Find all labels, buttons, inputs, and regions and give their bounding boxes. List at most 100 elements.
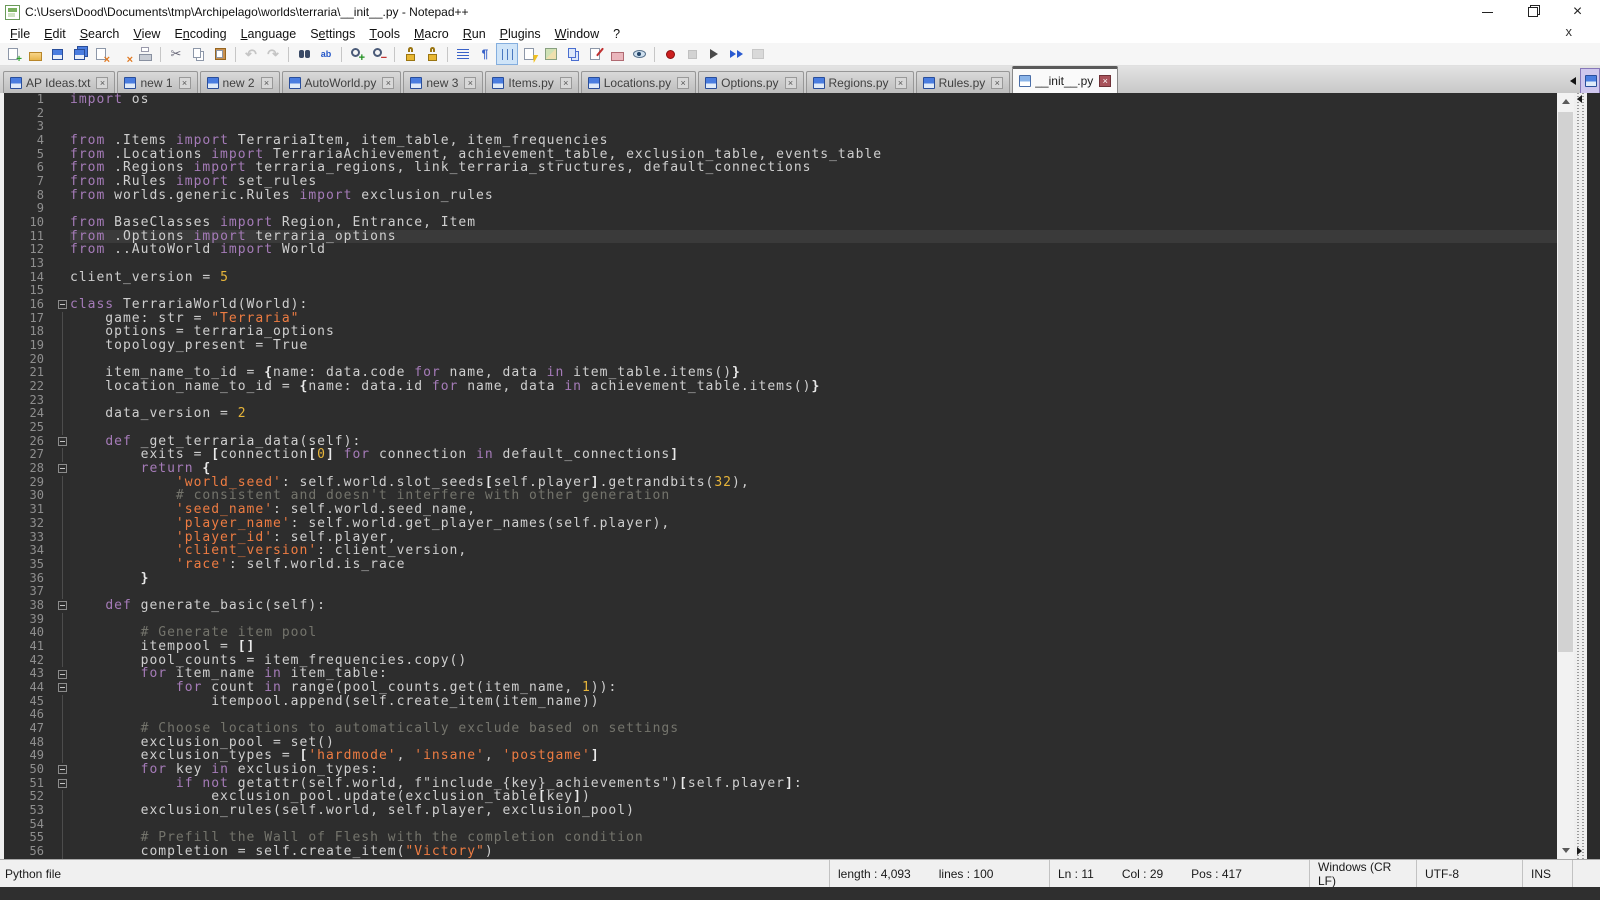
vertical-scrollbar[interactable] [1557,93,1574,859]
status-insert-mode[interactable]: INS [1522,860,1572,887]
code-line[interactable]: 51 if not getattr(self.world, f"include_… [4,777,1557,791]
menu-item-run[interactable]: Run [456,24,493,43]
code-line[interactable]: 6from .Regions import terraria_regions, … [4,161,1557,175]
code-line[interactable]: 47 # Choose locations to automatically e… [4,722,1557,736]
menu-item-edit[interactable]: Edit [37,24,73,43]
menu-item-encoding[interactable]: Encoding [167,24,233,43]
code-line[interactable]: 54 [4,818,1557,832]
close-tab-icon[interactable]: × [382,77,394,89]
code-line[interactable]: 8from worlds.generic.Rules import exclus… [4,189,1557,203]
menu-item-tools[interactable]: Tools [362,24,407,43]
print-icon[interactable] [135,44,155,64]
close-tab-icon[interactable]: × [464,77,476,89]
code-line[interactable]: 17 game: str = "Terraria" [4,312,1557,326]
status-eol[interactable]: Windows (CR LF) [1309,860,1416,887]
new-file-icon[interactable] [3,44,23,64]
scrollbar-thumb[interactable] [1558,112,1573,652]
code-line[interactable]: 28 return { [4,462,1557,476]
tab-autoworld-py[interactable]: AutoWorld.py× [282,71,402,93]
code-line[interactable]: 39 [4,613,1557,627]
code-line[interactable]: 24 data_version = 2 [4,407,1557,421]
macro-record-icon[interactable] [660,44,680,64]
scroll-down-button[interactable] [1557,842,1574,859]
close-tab-icon[interactable]: × [785,77,797,89]
code-line[interactable]: 40 # Generate item pool [4,626,1557,640]
macro-stop-icon[interactable] [682,44,702,64]
code-line[interactable]: 18 options = terraria_options [4,325,1557,339]
code-line[interactable]: 26 def _get_terraria_data(self): [4,435,1557,449]
tab-partial[interactable] [1580,68,1600,93]
code-line[interactable]: 31 'seed_name': self.world.seed_name, [4,503,1557,517]
tab-new-1[interactable]: new 1× [117,71,197,93]
fold-collapse-icon[interactable] [58,765,67,774]
sync-horizontal-icon[interactable] [422,44,442,64]
code-line[interactable]: 11from .Options import terraria_options [4,230,1557,244]
code-line[interactable]: 12from ..AutoWorld import World [4,243,1557,257]
show-all-characters-icon[interactable] [475,44,495,64]
code-line[interactable]: 14client_version = 5 [4,271,1557,285]
code-line[interactable]: 43 for item_name in item_table: [4,667,1557,681]
code-line[interactable]: 16class TerrariaWorld(World): [4,298,1557,312]
find-icon[interactable] [294,44,314,64]
close-tab-icon[interactable]: × [991,77,1003,89]
code-line[interactable]: 25 [4,421,1557,435]
code-line[interactable]: 21 item_name_to_id = {name: data.code fo… [4,366,1557,380]
close-tab-icon[interactable]: × [261,77,273,89]
code-line[interactable]: 1import os [4,93,1557,107]
undo-icon[interactable] [241,44,261,64]
code-line[interactable]: 5from .Locations import TerrariaAchievem… [4,148,1557,162]
replace-icon[interactable] [316,44,336,64]
code-line[interactable]: 37 [4,585,1557,599]
code-line[interactable]: 30 # consistent and doesn't interfere wi… [4,489,1557,503]
code-line[interactable]: 55 # Prefill the Wall of Flesh with the … [4,831,1557,845]
zoom-in-icon[interactable] [347,44,367,64]
sync-vertical-icon[interactable] [400,44,420,64]
code-line[interactable]: 9 [4,202,1557,216]
code-line[interactable]: 41 itempool = [] [4,640,1557,654]
code-line[interactable]: 33 'player_id': self.player, [4,531,1557,545]
close-tab-icon[interactable]: × [677,77,689,89]
close-button[interactable]: × [1555,0,1600,24]
tab-scroll-left-icon[interactable] [1570,77,1576,85]
folder-as-workspace-icon[interactable] [607,44,627,64]
macro-play-icon[interactable] [704,44,724,64]
code-line[interactable]: 2 [4,107,1557,121]
tab-locations-py[interactable]: Locations.py× [581,71,696,93]
code-line[interactable]: 4from .Items import TerrariaItem, item_t… [4,134,1557,148]
menu-item-[interactable]: ? [606,24,627,43]
word-wrap-icon[interactable] [453,44,473,64]
tab-ap-ideas-txt[interactable]: AP Ideas.txt× [3,71,115,93]
save-icon[interactable] [47,44,67,64]
scroll-up-button[interactable] [1557,93,1574,110]
menu-close-icon[interactable]: x [1566,24,1573,39]
code-line[interactable]: 50 for key in exclusion_types: [4,763,1557,777]
document-map-icon[interactable] [541,44,561,64]
status-encoding[interactable]: UTF-8 [1416,860,1522,887]
code-line[interactable]: 45 itempool.append(self.create_item(item… [4,695,1557,709]
copy-icon[interactable] [188,44,208,64]
macro-run-multiple-icon[interactable] [726,44,746,64]
menu-item-settings[interactable]: Settings [303,24,362,43]
fold-collapse-icon[interactable] [58,300,67,309]
indent-guide-icon[interactable] [497,44,517,64]
fold-collapse-icon[interactable] [58,464,67,473]
code-line[interactable]: 53 exclusion_rules(self.world, self.play… [4,804,1557,818]
tab-new-3[interactable]: new 3× [403,71,483,93]
code-line[interactable]: 13 [4,257,1557,271]
code-line[interactable]: 36 } [4,572,1557,586]
document-list-icon[interactable] [563,44,583,64]
close-tab-icon[interactable]: × [560,77,572,89]
close-tab-icon[interactable]: × [895,77,907,89]
code-line[interactable]: 42 pool_counts = item_frequencies.copy() [4,654,1557,668]
code-line[interactable]: 46 [4,708,1557,722]
close-tab-icon[interactable]: × [1099,75,1111,87]
code-line[interactable]: 56 completion = self.create_item("Victor… [4,845,1557,859]
minimize-button[interactable] [1465,0,1510,24]
menu-item-macro[interactable]: Macro [407,24,456,43]
menu-item-plugins[interactable]: Plugins [493,24,548,43]
fold-collapse-icon[interactable] [58,670,67,679]
menu-item-language[interactable]: Language [234,24,304,43]
close-all-docs-icon[interactable] [113,44,133,64]
fold-collapse-icon[interactable] [58,683,67,692]
menu-item-search[interactable]: Search [73,24,127,43]
